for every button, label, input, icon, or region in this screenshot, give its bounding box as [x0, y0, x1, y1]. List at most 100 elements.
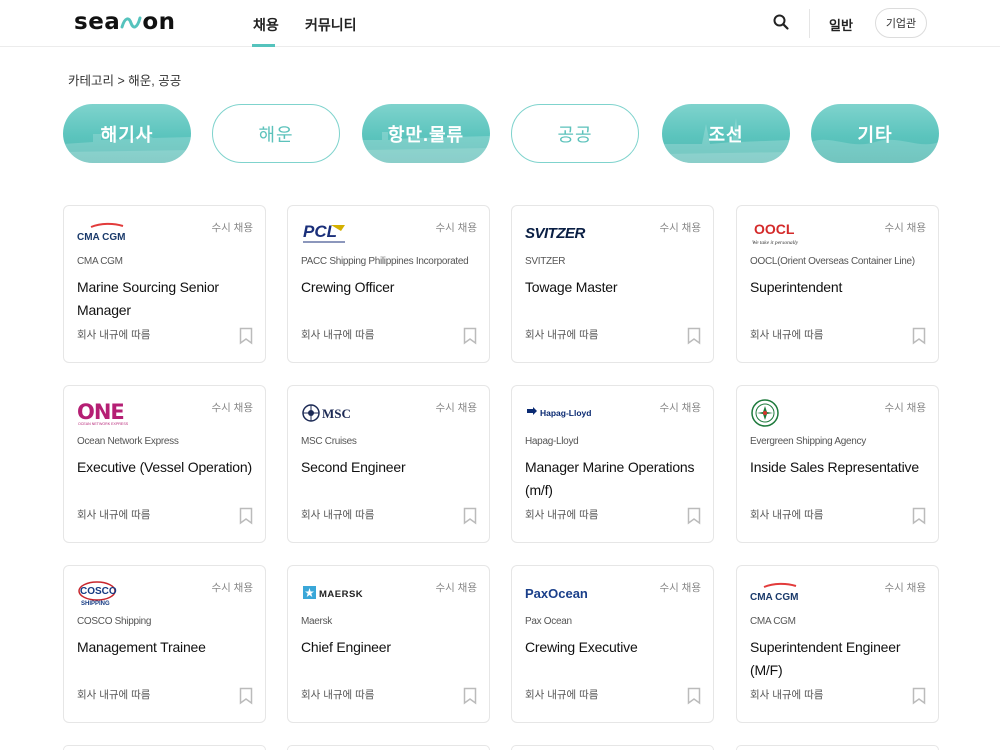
company-name: Maersk	[301, 616, 332, 627]
salary-text: 회사 내규에 따름	[77, 329, 151, 341]
job-title: Superintendent	[750, 279, 843, 295]
nav-general[interactable]: 일반	[829, 15, 853, 34]
recruit-type-badge: 수시 채용	[435, 222, 477, 234]
bookmark-icon[interactable]	[687, 327, 701, 345]
job-title: Inside Sales Representative	[750, 459, 919, 475]
job-card[interactable]: OOCL We take it personally 수시 채용 OOCL(Or…	[736, 205, 939, 363]
svg-text:MAERSK: MAERSK	[319, 589, 363, 600]
paxocean-logo-icon: PaxOcean	[525, 585, 588, 601]
company-name: OOCL(Orient Overseas Container Line)	[750, 256, 915, 267]
company-logo: SVITZER	[525, 220, 645, 246]
bookmark-icon[interactable]	[239, 507, 253, 525]
job-title: Chief Engineer	[301, 639, 391, 655]
breadcrumb: 카테고리 > 해운, 공공	[68, 74, 182, 88]
job-card-partial[interactable]	[63, 745, 266, 750]
job-card[interactable]: MAERSK 수시 채용 Maersk Chief Engineer 회사 내규…	[287, 565, 490, 723]
bookmark-icon[interactable]	[463, 507, 477, 525]
cma-cgm-logo-icon: CMA CGM	[77, 222, 126, 243]
job-card[interactable]: PCL 수시 채용 PACC Shipping Philippines Inco…	[287, 205, 490, 363]
salary-text: 회사 내규에 따름	[750, 329, 824, 341]
job-card[interactable]: PaxOcean 수시 채용 Pax Ocean Crewing Executi…	[511, 565, 714, 723]
job-card[interactable]: COSCO SHIPPING 수시 채용 COSCO Shipping Mana…	[63, 565, 266, 723]
category-pill-shipbuilding[interactable]: 조선	[662, 104, 790, 163]
company-logo: COSCO SHIPPING	[77, 580, 197, 607]
salary-text: 회사 내규에 따름	[750, 689, 824, 701]
svg-text:OOCL: OOCL	[754, 221, 795, 237]
company-logo: CMA CGM	[77, 220, 197, 246]
job-card-partial[interactable]	[287, 745, 490, 750]
one-logo-icon: ONE OCEAN NETWORK EXPRESS	[77, 400, 129, 426]
svg-text:CMA CGM: CMA CGM	[77, 232, 126, 243]
bookmark-icon[interactable]	[687, 687, 701, 705]
recruit-type-badge: 수시 채용	[884, 222, 926, 234]
job-title: Crewing Officer	[301, 279, 395, 295]
job-card[interactable]: 수시 채용 Evergreen Shipping Agency Inside S…	[736, 385, 939, 543]
job-title: Second Engineer	[301, 459, 406, 475]
recruit-type-badge: 수시 채용	[211, 582, 253, 594]
job-card[interactable]: Hapag-Lloyd 수시 채용 Hapag-Lloyd Manager Ma…	[511, 385, 714, 543]
svg-text:SHIPPING: SHIPPING	[81, 601, 110, 607]
bookmark-icon[interactable]	[912, 327, 926, 345]
category-pill-port-logistics[interactable]: 항만.물류	[362, 104, 490, 163]
recruit-type-badge: 수시 채용	[211, 402, 253, 414]
header-divider	[809, 9, 810, 38]
svg-text:We take it personally: We take it personally	[752, 240, 799, 246]
salary-text: 회사 내규에 따름	[525, 329, 599, 341]
bookmark-icon[interactable]	[687, 507, 701, 525]
bookmark-icon[interactable]	[912, 507, 926, 525]
company-logo: MSC	[301, 400, 421, 426]
company-logo: CMA CGM	[750, 580, 870, 606]
company-name: Hapag-Lloyd	[525, 436, 579, 447]
company-logo: OOCL We take it personally	[750, 220, 870, 246]
job-card[interactable]: ONE OCEAN NETWORK EXPRESS 수시 채용 Ocean Ne…	[63, 385, 266, 543]
bookmark-icon[interactable]	[239, 687, 253, 705]
recruit-type-badge: 수시 채용	[435, 582, 477, 594]
recruit-type-badge: 수시 채용	[659, 582, 701, 594]
bookmark-icon[interactable]	[239, 327, 253, 345]
job-card[interactable]: CMA CGM 수시 채용 CMA CGM Marine Sourcing Se…	[63, 205, 266, 363]
evergreen-emblem-icon	[751, 399, 779, 427]
job-card-partial[interactable]	[511, 745, 714, 750]
job-card[interactable]: CMA CGM 수시 채용 CMA CGM Superintendent Eng…	[736, 565, 939, 723]
salary-text: 회사 내규에 따름	[301, 689, 375, 701]
svg-text:Hapag-Lloyd: Hapag-Lloyd	[540, 408, 591, 418]
recruit-type-badge: 수시 채용	[211, 222, 253, 234]
job-card[interactable]: MSC 수시 채용 MSC Cruises Second Engineer 회사…	[287, 385, 490, 543]
search-icon[interactable]	[772, 13, 790, 31]
company-logo: Hapag-Lloyd	[525, 400, 645, 426]
job-card[interactable]: SVITZER 수시 채용 SVITZER Towage Master 회사 내…	[511, 205, 714, 363]
job-title: Management Trainee	[77, 639, 206, 655]
oocl-logo-icon: OOCL We take it personally	[752, 221, 799, 246]
salary-text: 회사 내규에 따름	[750, 509, 824, 521]
bookmark-icon[interactable]	[463, 327, 477, 345]
svg-text:CMA CGM: CMA CGM	[750, 592, 799, 603]
corp-button[interactable]: 기업관	[875, 8, 927, 38]
nav-community[interactable]: 커뮤니티	[305, 15, 357, 35]
company-name: COSCO Shipping	[77, 616, 152, 627]
bookmark-icon[interactable]	[463, 687, 477, 705]
recruit-type-badge: 수시 채용	[884, 582, 926, 594]
job-title: Superintendent Engineer (M/F)	[750, 639, 901, 678]
nav-recruit[interactable]: 채용	[253, 15, 279, 35]
salary-text: 회사 내규에 따름	[77, 689, 151, 701]
recruit-type-badge: 수시 채용	[884, 402, 926, 414]
recruit-type-badge: 수시 채용	[659, 222, 701, 234]
salary-text: 회사 내규에 따름	[525, 509, 599, 521]
company-name: CMA CGM	[750, 616, 796, 627]
salary-text: 회사 내규에 따름	[77, 509, 151, 521]
company-name: Pax Ocean	[525, 616, 572, 627]
job-card-partial[interactable]	[736, 745, 939, 750]
msc-logo-icon: MSC	[302, 404, 351, 422]
cma-cgm-logo-icon: CMA CGM	[750, 582, 799, 603]
job-title: Executive (Vessel Operation)	[77, 459, 252, 475]
bookmark-icon[interactable]	[912, 687, 926, 705]
job-title: Marine Sourcing Senior Manager	[77, 279, 219, 318]
category-pill-public[interactable]: 공공	[511, 104, 639, 163]
seaon-logo[interactable]: sea on	[74, 9, 176, 35]
company-logo: PaxOcean	[525, 580, 645, 606]
company-name: PACC Shipping Philippines Incorporated	[301, 256, 469, 267]
job-title: Towage Master	[525, 279, 618, 295]
category-pill-shipping[interactable]: 해운	[212, 104, 340, 163]
category-pill-mariner[interactable]: 해기사	[63, 104, 191, 163]
category-pill-etc[interactable]: 기타	[811, 104, 939, 163]
